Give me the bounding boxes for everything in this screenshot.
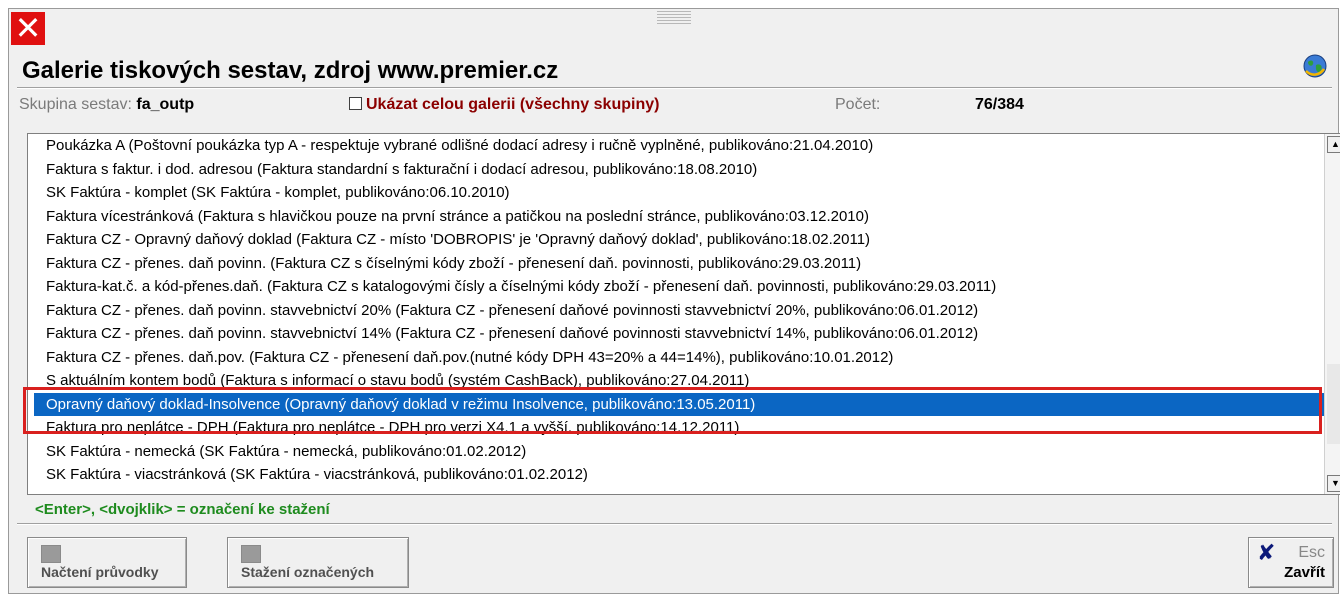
arrow-up-icon[interactable]: ▲ [1327,136,1340,153]
list-item[interactable]: SK Faktúra - viacstránková (SK Faktúra -… [28,463,1325,487]
load-waybill-button[interactable]: Načtení průvodky [27,537,187,588]
group-label: Skupina sestav: [19,96,132,113]
list-item[interactable]: Faktura-kat.č. a kód-přenes.daň. (Faktur… [28,275,1325,299]
close-button-label: Zavřít [1284,564,1325,581]
show-all-checkbox[interactable] [349,97,362,110]
report-list[interactable]: Poukázka A (Poštovní poukázka typ A - re… [27,133,1340,495]
list-item[interactable]: SK Faktúra - nemecká (SK Faktúra - nemec… [28,440,1325,464]
keyboard-hint: <Enter>, <dvojklik> = označení ke stažen… [35,501,330,518]
list-item[interactable]: Faktura CZ - přenes. daň povinn. stavveb… [28,322,1325,346]
download-icon [241,545,261,563]
list-item[interactable]: SK Faktúra - komplet (SK Faktúra - kompl… [28,181,1325,205]
arrow-down-icon[interactable]: ▼ [1327,475,1340,492]
close-button[interactable]: ✘ Esc Zavřít [1248,537,1334,588]
count-label: Počet: [835,96,881,113]
list-item[interactable]: Faktura CZ - přenes. daň povinn. (Faktur… [28,252,1325,276]
load-button-label: Načtení průvodky [41,564,159,580]
close-x-icon[interactable]: ✕ [11,12,45,45]
count-value: 76/384 [975,96,1024,113]
list-scrollbar[interactable]: ▲ ▼ [1324,134,1340,494]
show-all-toggle[interactable]: Ukázat celou galerii (všechny skupiny) [349,96,659,118]
show-all-label[interactable]: Ukázat celou galerii (všechny skupiny) [366,96,659,113]
scroll-thumb[interactable] [1327,364,1340,444]
list-item[interactable]: Poukázka A (Poštovní poukázka typ A - re… [28,134,1325,158]
list-item[interactable]: Faktura CZ - přenes. daň.pov. (Faktura C… [28,346,1325,370]
globe-icon[interactable] [1302,53,1328,79]
list-item[interactable]: S aktuálním kontem bodů (Faktura s infor… [28,369,1325,393]
group-info: Skupina sestav: fa_outp [19,96,194,118]
drag-handle[interactable] [657,11,691,25]
load-icon [41,545,61,563]
gallery-window: ✕ Galerie tiskových sestav, zdroj www.pr… [8,8,1340,594]
report-list-items: Poukázka A (Poštovní poukázka typ A - re… [28,134,1325,494]
title-divider [17,87,1332,89]
group-value: fa_outp [136,96,195,113]
download-selected-button[interactable]: Stažení označených [227,537,409,588]
list-item[interactable]: Faktura CZ - Opravný daňový doklad (Fakt… [28,228,1325,252]
list-item[interactable]: Faktura pro neplátce - DPH (Faktura pro … [28,416,1325,440]
close-shortcut: Esc [1298,544,1325,561]
window-title: Galerie tiskových sestav, zdroj www.prem… [22,57,559,84]
download-button-label: Stažení označených [241,564,375,580]
list-item[interactable]: Faktura CZ - přenes. daň povinn. stavveb… [28,299,1325,323]
list-item[interactable]: Faktura vícestránková (Faktura s hlavičk… [28,205,1325,229]
footer-divider [17,523,1332,525]
list-item-selected[interactable]: Opravný daňový doklad-Insolvence (Opravn… [34,392,1325,416]
list-item[interactable]: Faktura s faktur. i dod. adresou (Faktur… [28,158,1325,182]
close-icon: ✘ [1257,541,1276,566]
